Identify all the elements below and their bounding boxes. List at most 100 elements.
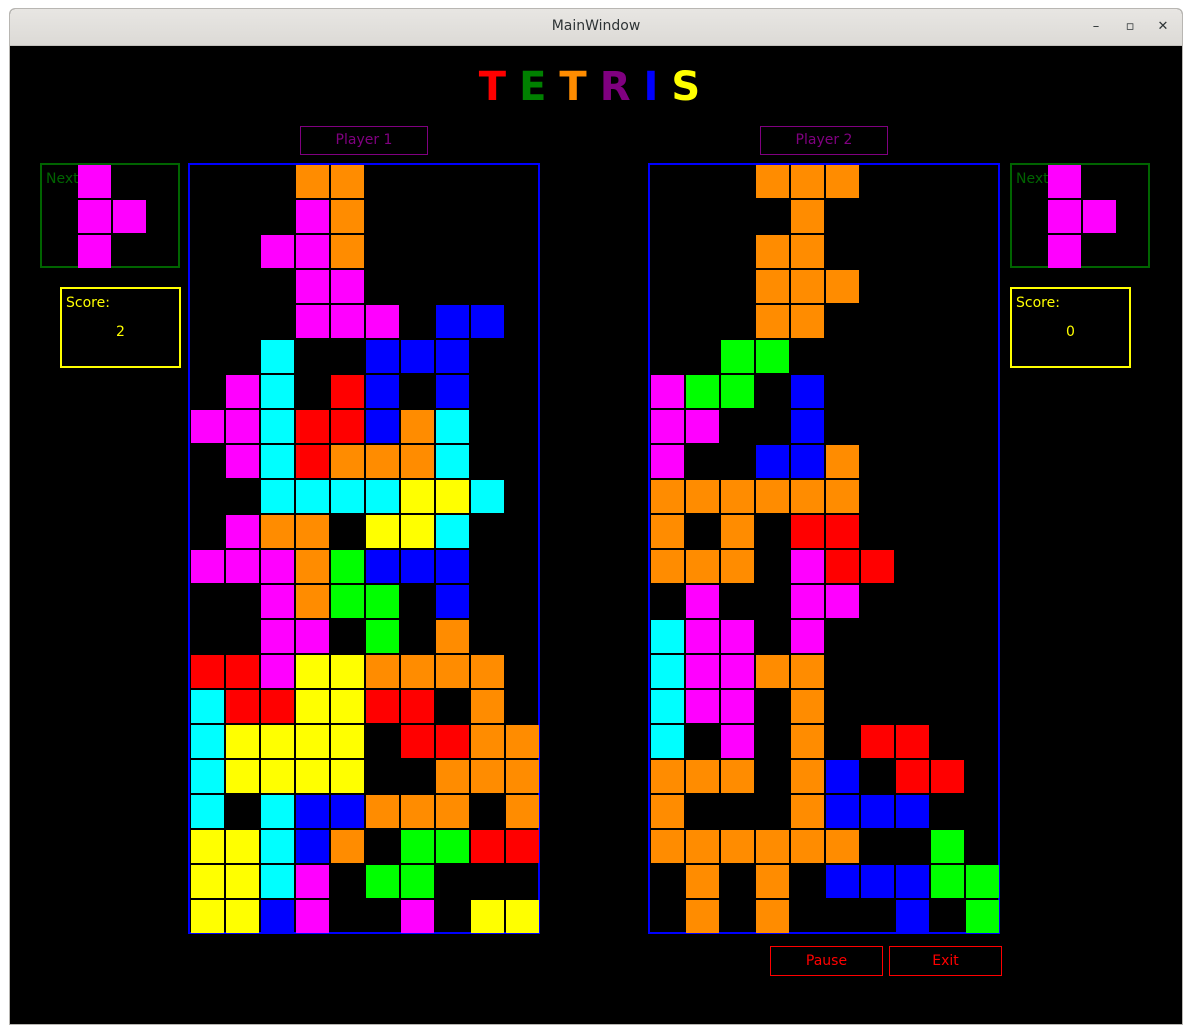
board-cell <box>296 655 329 688</box>
board-cell <box>931 865 964 898</box>
board-cell <box>226 445 259 478</box>
board-cell <box>261 410 294 443</box>
board-cell <box>436 480 469 513</box>
logo-letter: I <box>643 64 672 110</box>
board-cell <box>506 725 539 758</box>
board-cell <box>226 515 259 548</box>
board-cell <box>261 620 294 653</box>
board-cell <box>191 550 224 583</box>
board-cell <box>331 270 364 303</box>
minimize-icon[interactable]: – <box>1086 17 1106 37</box>
board-cell <box>721 830 754 863</box>
maximize-icon[interactable]: ▫ <box>1120 17 1140 37</box>
board-cell <box>756 480 789 513</box>
board-cell <box>471 690 504 723</box>
board-cell <box>261 900 294 933</box>
board-cell <box>791 165 824 198</box>
board-cell <box>756 445 789 478</box>
board-cell <box>791 760 824 793</box>
board-cell <box>791 690 824 723</box>
board-cell <box>896 760 929 793</box>
board-cell <box>506 795 539 828</box>
board-cell <box>791 235 824 268</box>
board-cell <box>261 865 294 898</box>
board-cell <box>826 795 859 828</box>
board-cell <box>366 585 399 618</box>
board-cell <box>721 375 754 408</box>
board-cell <box>471 305 504 338</box>
board-cell <box>401 865 434 898</box>
board-cell <box>226 375 259 408</box>
board-cell <box>191 690 224 723</box>
board-cell <box>261 760 294 793</box>
board-cell <box>296 445 329 478</box>
board-cell <box>191 830 224 863</box>
board-cell <box>471 655 504 688</box>
exit-button[interactable]: Exit <box>889 946 1002 976</box>
title-bar[interactable]: MainWindow – ▫ ✕ <box>10 9 1182 46</box>
board-cell <box>296 410 329 443</box>
next-piece-cell <box>78 235 111 268</box>
board-cell <box>401 515 434 548</box>
board-cell <box>226 550 259 583</box>
board-cell <box>366 655 399 688</box>
board-cell <box>261 830 294 863</box>
board-cell <box>191 410 224 443</box>
board-cell <box>331 655 364 688</box>
board-cell <box>436 340 469 373</box>
board-cell <box>296 865 329 898</box>
board-cell <box>721 550 754 583</box>
board-cell <box>686 620 719 653</box>
board-cell <box>296 235 329 268</box>
board-cell <box>721 725 754 758</box>
board-cell <box>331 585 364 618</box>
board-cell <box>651 655 684 688</box>
board-cell <box>826 760 859 793</box>
board-cell <box>651 620 684 653</box>
board-cell <box>436 725 469 758</box>
close-icon[interactable]: ✕ <box>1153 17 1173 37</box>
board-cell <box>401 900 434 933</box>
board-cell <box>436 760 469 793</box>
board-cell <box>651 550 684 583</box>
board-cell <box>756 270 789 303</box>
pause-button[interactable]: Pause <box>770 946 883 976</box>
board-cell <box>436 830 469 863</box>
player1-next-box: Next <box>40 163 180 268</box>
next-piece-cell <box>1048 200 1081 233</box>
board-cell <box>861 795 894 828</box>
player2-board[interactable] <box>648 163 1000 934</box>
next-piece-cell <box>78 165 111 198</box>
board-cell <box>686 550 719 583</box>
board-cell <box>686 375 719 408</box>
board-cell <box>331 375 364 408</box>
board-cell <box>721 620 754 653</box>
board-cell <box>896 900 929 933</box>
board-cell <box>226 760 259 793</box>
board-cell <box>721 655 754 688</box>
board-cell <box>791 375 824 408</box>
board-cell <box>401 550 434 583</box>
board-cell <box>296 900 329 933</box>
board-cell <box>721 480 754 513</box>
board-cell <box>401 655 434 688</box>
board-cell <box>826 165 859 198</box>
board-cell <box>896 865 929 898</box>
board-cell <box>721 760 754 793</box>
board-cell <box>791 270 824 303</box>
board-cell <box>401 795 434 828</box>
board-cell <box>296 760 329 793</box>
board-cell <box>651 690 684 723</box>
next-piece-cell <box>1048 165 1081 198</box>
board-cell <box>686 865 719 898</box>
player1-board[interactable] <box>188 163 540 934</box>
board-cell <box>366 445 399 478</box>
player2-next-label: Next <box>1016 171 1049 187</box>
board-cell <box>366 305 399 338</box>
game-area: TETRIS Player 1 Next Score: 2 Player 2 N… <box>10 46 1182 1024</box>
board-cell <box>261 375 294 408</box>
board-cell <box>686 585 719 618</box>
board-cell <box>261 550 294 583</box>
board-cell <box>826 550 859 583</box>
board-cell <box>331 760 364 793</box>
